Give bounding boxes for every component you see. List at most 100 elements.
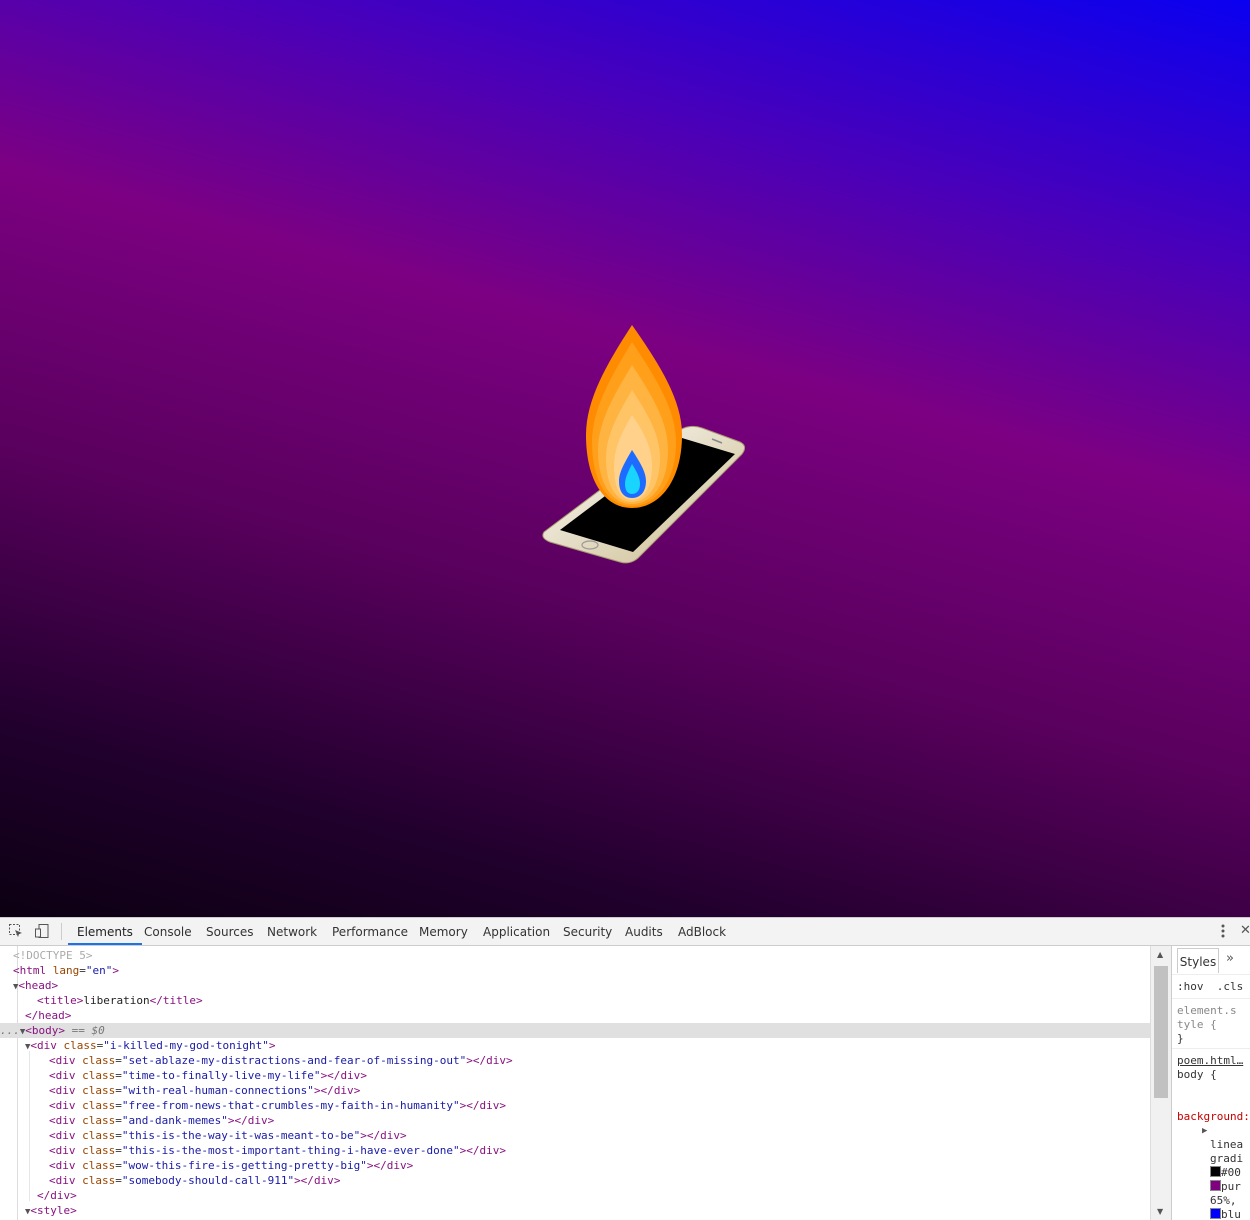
dom-html[interactable]: <html lang="en">: [0, 963, 1150, 978]
div-tag: div: [37, 1039, 57, 1052]
tab-security[interactable]: Security: [554, 918, 621, 945]
dom-title[interactable]: <title>liberation</title>: [0, 993, 1150, 1008]
dom-child-div[interactable]: <div class="free-from-news-that-crumbles…: [0, 1098, 1150, 1113]
scrollbar-thumb[interactable]: [1154, 966, 1168, 1098]
tab-performance[interactable]: Performance: [323, 918, 417, 945]
child-class-value: "this-is-the-most-important-thing-i-have…: [121, 1144, 460, 1157]
styles-sidebar: Styles » :hov .cls element.s tyle { } po…: [1171, 946, 1250, 1220]
dom-head-close[interactable]: </head>: [0, 1008, 1150, 1023]
collapse-triangle-icon[interactable]: ▼: [0, 1207, 30, 1217]
class-attr: class: [82, 1114, 116, 1127]
child-class-value: "somebody-should-call-911": [121, 1174, 295, 1187]
devtools-toolbar: Elements Console Sources Network Perform…: [0, 918, 1250, 946]
selected-marker: == $0: [65, 1024, 105, 1037]
div-tag: div: [55, 1159, 76, 1172]
dom-wrapper-div[interactable]: ▼<div class="i-killed-my-god-tonight">: [0, 1038, 1150, 1053]
doctype-text: <!DOCTYPE 5>: [13, 949, 93, 962]
html-lang-value: "en": [85, 964, 113, 977]
div-tag: div: [55, 1174, 76, 1187]
color-swatch[interactable]: [1210, 1180, 1221, 1191]
collapse-triangle-icon[interactable]: ▼: [0, 1042, 30, 1052]
dom-child-div[interactable]: <div class="and-dank-memes"></div>: [0, 1113, 1150, 1128]
style-value-linear: linea: [1210, 1138, 1244, 1151]
child-class-value: "free-from-news-that-crumbles-my-faith-i…: [121, 1099, 460, 1112]
tab-sources[interactable]: Sources: [197, 918, 262, 945]
div-tag: div: [55, 1054, 76, 1067]
color-stop-percent: 65%,: [1210, 1194, 1237, 1207]
class-attr: class: [82, 1159, 116, 1172]
dom-style[interactable]: ▼<style>: [0, 1203, 1150, 1218]
class-attr: class: [82, 1099, 116, 1112]
elements-tree: <!DOCTYPE 5> <html lang="en"> ▼<head> <t…: [0, 946, 1150, 1220]
color-stop-text: pur: [1221, 1180, 1241, 1193]
tab-memory[interactable]: Memory: [410, 918, 477, 945]
tab-audits[interactable]: Audits: [616, 918, 672, 945]
element-style-close: }: [1177, 1032, 1184, 1045]
color-swatch[interactable]: [1210, 1166, 1221, 1177]
styles-divider: [1172, 998, 1250, 999]
title-tag-open: title: [43, 994, 77, 1007]
div-tag: div: [340, 1069, 361, 1082]
title-tag-close: title: [162, 994, 196, 1007]
dom-child-div[interactable]: <div class="this-is-the-way-it-was-meant…: [0, 1128, 1150, 1143]
child-class-value: "wow-this-fire-is-getting-pretty-big": [121, 1159, 367, 1172]
tab-styles[interactable]: Styles: [1177, 948, 1219, 973]
dom-doctype[interactable]: <!DOCTYPE 5>: [0, 948, 1150, 963]
style-value-gradient: gradi: [1210, 1152, 1244, 1165]
kebab-menu-icon[interactable]: [1218, 922, 1228, 940]
tab-network[interactable]: Network: [258, 918, 326, 945]
dom-child-div[interactable]: <div class="time-to-finally-live-my-life…: [0, 1068, 1150, 1083]
div-tag: div: [386, 1159, 407, 1172]
class-attr: class: [82, 1084, 116, 1097]
elements-scrollbar[interactable]: ▲ ▼: [1150, 946, 1171, 1220]
div-tag: div: [55, 1069, 76, 1082]
div-tag: div: [380, 1129, 401, 1142]
flame: [586, 325, 682, 508]
burning-phone-svg: [542, 325, 746, 564]
collapse-triangle-icon[interactable]: ▼: [0, 982, 18, 992]
device-toggle-icon[interactable]: [34, 923, 50, 939]
dom-child-div[interactable]: <div class="somebody-should-call-911"></…: [0, 1173, 1150, 1188]
html-tag: html: [19, 964, 47, 977]
color-stop-blue[interactable]: blu: [1210, 1208, 1241, 1220]
div-tag: div: [313, 1174, 334, 1187]
color-stop-text: blu: [1221, 1208, 1241, 1220]
styles-filter-row: :hov .cls: [1177, 980, 1243, 994]
tab-application[interactable]: Application: [474, 918, 559, 945]
scroll-up-icon[interactable]: ▲: [1157, 950, 1163, 959]
inspect-element-icon[interactable]: [8, 923, 24, 939]
tab-elements[interactable]: Elements: [68, 918, 142, 945]
dom-child-div[interactable]: <div class="wow-this-fire-is-getting-pre…: [0, 1158, 1150, 1173]
color-stop-text: #00: [1221, 1166, 1241, 1179]
chevron-double-right-icon[interactable]: »: [1226, 951, 1234, 966]
dom-wrapper-close[interactable]: </div>: [0, 1188, 1150, 1203]
color-stop-black[interactable]: #00: [1210, 1166, 1241, 1180]
dom-child-div[interactable]: <div class="set-ablaze-my-distractions-a…: [0, 1053, 1150, 1068]
dom-head[interactable]: ▼<head>: [0, 978, 1150, 993]
child-class-value: "time-to-finally-live-my-life": [121, 1069, 321, 1082]
style-source-link[interactable]: poem.html…: [1177, 1054, 1243, 1068]
style-property-background[interactable]: background:: [1177, 1110, 1250, 1124]
toolbar-divider: [61, 923, 62, 940]
tab-adblock[interactable]: AdBlock: [669, 918, 735, 945]
div-tag: div: [333, 1084, 354, 1097]
tab-console[interactable]: Console: [135, 918, 201, 945]
div-tag: div: [55, 1084, 76, 1097]
row-dots: ...: [0, 1024, 20, 1037]
div-tag: div: [55, 1099, 76, 1112]
div-tag: div: [55, 1144, 76, 1157]
close-icon[interactable]: ✕: [1240, 923, 1250, 938]
dom-child-div[interactable]: <div class="with-real-human-connections"…: [0, 1083, 1150, 1098]
child-class-value: "and-dank-memes": [121, 1114, 228, 1127]
color-stop-purple[interactable]: pur: [1210, 1180, 1241, 1194]
burning-phone-illustration: [530, 320, 760, 570]
div-tag: div: [479, 1144, 500, 1157]
devtools-panel: Elements Console Sources Network Perform…: [0, 917, 1250, 1220]
cls-toggle[interactable]: .cls: [1217, 980, 1244, 993]
hov-toggle[interactable]: :hov: [1177, 980, 1204, 993]
dom-body-selected[interactable]: ...▼<body> == $0: [0, 1023, 1150, 1038]
expand-triangle-icon[interactable]: ▶: [1202, 1124, 1207, 1138]
scroll-down-icon[interactable]: ▼: [1157, 1207, 1163, 1216]
color-swatch[interactable]: [1210, 1208, 1221, 1219]
dom-child-div[interactable]: <div class="this-is-the-most-important-t…: [0, 1143, 1150, 1158]
